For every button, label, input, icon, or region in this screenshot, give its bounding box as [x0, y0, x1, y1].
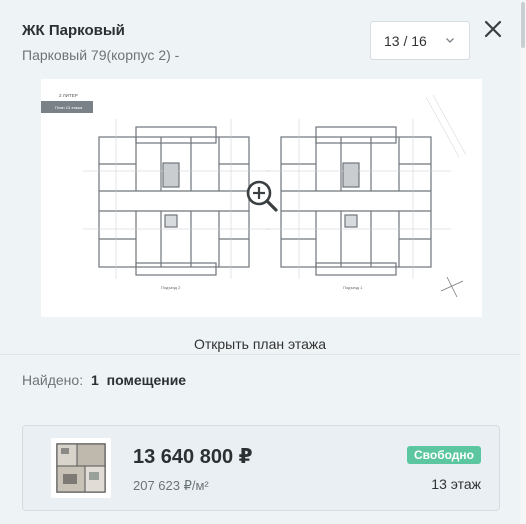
building-subtitle: Парковый 79(корпус 2) - [22, 47, 180, 63]
compass-icon [440, 276, 464, 298]
scrollbar[interactable] [520, 0, 526, 524]
listing-floor: 13 этаж [431, 476, 481, 492]
close-icon[interactable] [483, 19, 503, 39]
listing-price-per-m2: 207 623 ₽/м² [133, 478, 209, 493]
open-floor-plan-link[interactable]: Открыть план этажа [0, 336, 520, 352]
header: ЖК Парковый Парковый 79(корпус 2) - [22, 22, 362, 64]
listing-price: 13 640 800 ₽ [133, 446, 253, 468]
scrollbar-thumb[interactable] [521, 2, 525, 48]
floor-plan-area: 2 ЛИТЕР План 13 этажа Подъезд 2 Подъезд … [0, 68, 520, 354]
chevron-down-icon [446, 38, 454, 43]
plan-tag-top: 2 ЛИТЕР [59, 93, 78, 98]
floor-pager-label: 13 / 16 [384, 32, 427, 49]
plan-left-section [98, 126, 250, 276]
plan-section-right-label: Подъезд 1 [343, 285, 363, 290]
complex-title: ЖК Парковый [22, 22, 125, 39]
status-badge: Свободно [407, 446, 481, 464]
floor-plan-image[interactable]: 2 ЛИТЕР План 13 этажа Подъезд 2 Подъезд … [41, 79, 482, 317]
floor-plan-drawing: 2 ЛИТЕР План 13 этажа Подъезд 2 Подъезд … [41, 93, 467, 298]
plan-right-section [280, 126, 432, 276]
apartment-layout-icon [51, 438, 111, 498]
results-count: Найдено: 1 помещение [22, 372, 186, 388]
results-prefix: Найдено: [22, 372, 84, 388]
plan-section-left-label: Подъезд 2 [161, 285, 181, 290]
results-number: 1 [90, 372, 99, 388]
zoom-in-icon[interactable] [246, 180, 278, 212]
apartment-layout-thumbnail [51, 438, 111, 498]
listing-card[interactable]: 13 640 800 ₽ 207 623 ₽/м² Свободно 13 эт… [22, 425, 500, 511]
results-unit: помещение [106, 372, 187, 388]
divider [0, 354, 520, 355]
floor-pager-select[interactable]: 13 / 16 [370, 21, 470, 60]
apartment-panel: ЖК Парковый Парковый 79(корпус 2) - 13 /… [0, 0, 520, 524]
plan-tag-text: План 13 этажа [55, 105, 83, 110]
